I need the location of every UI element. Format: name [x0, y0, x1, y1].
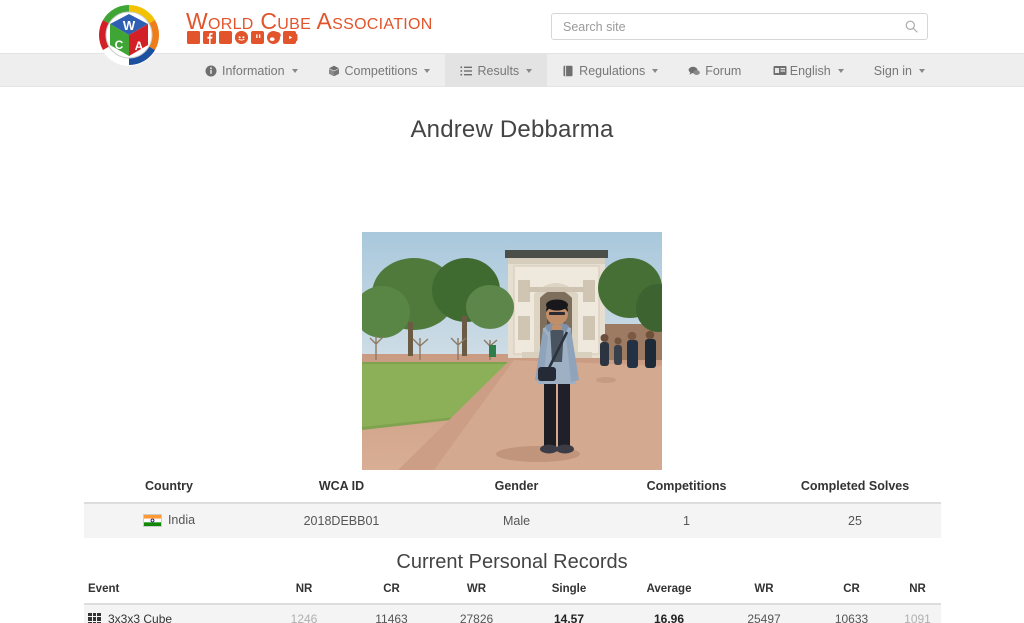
col-gender: Gender — [429, 475, 604, 504]
page-title: Andrew Debbarma — [410, 116, 614, 143]
cell-average: 16.96 — [619, 604, 719, 623]
nav-label: Information — [222, 64, 285, 78]
language-icon — [773, 65, 787, 77]
event-name: 3x3x3 Cube — [108, 612, 173, 623]
nav-item-competitions[interactable]: Competitions — [313, 54, 446, 88]
twitch-icon[interactable] — [251, 31, 264, 44]
col-single-nr: NR — [259, 583, 349, 605]
nav-item-language[interactable]: English — [758, 54, 859, 88]
nav-item-information[interactable]: Information — [190, 54, 313, 88]
chevron-down-icon — [526, 69, 533, 73]
cell-average-wr: 25497 — [719, 604, 809, 623]
cube-3x3-icon — [88, 612, 101, 623]
instagram-icon[interactable] — [187, 31, 200, 44]
col-average-cr: CR — [809, 583, 894, 605]
cell-event[interactable]: 3x3x3 Cube — [84, 604, 259, 623]
cell-average-nr: 1091 — [894, 604, 941, 623]
main-navigation: Information Competitions Results Regulat… — [0, 53, 1024, 88]
book-icon — [562, 65, 574, 77]
site-header: W C A World Cube Association — [0, 0, 1024, 66]
table-row: India 2018DEBB01 Male 1 25 — [84, 503, 941, 538]
table-row: 3x3x3 Cube 1246 11463 27826 14.57 16.96 … — [84, 604, 941, 623]
chevron-down-icon — [652, 69, 659, 73]
india-flag-icon — [142, 513, 162, 527]
search-icon[interactable] — [905, 20, 918, 33]
cell-single: 14.57 — [519, 604, 619, 623]
nav-primary: Information Competitions Results Regulat… — [190, 54, 756, 88]
svg-text:C: C — [115, 38, 124, 52]
cell-country: India — [84, 503, 254, 538]
cell-completed-solves: 25 — [769, 503, 941, 538]
list-ol-icon — [460, 65, 473, 77]
info-circle-icon — [205, 65, 217, 77]
cell-single-nr: 1246 — [259, 604, 349, 623]
table-header-row: Country WCA ID Gender Competitions Compl… — [84, 475, 941, 504]
nav-item-regulations[interactable]: Regulations — [547, 54, 673, 88]
nav-label: Forum — [705, 64, 742, 78]
social-links[interactable] — [187, 31, 298, 44]
col-single-cr: CR — [349, 583, 434, 605]
chevron-down-icon — [837, 69, 844, 73]
nav-label: English — [789, 64, 831, 78]
col-average-nr: NR — [894, 583, 941, 605]
nav-label: Competitions — [344, 64, 418, 78]
nav-label: Sign in — [873, 64, 912, 78]
weibo-icon[interactable] — [267, 31, 281, 44]
chevron-down-icon — [424, 69, 431, 73]
col-country: Country — [84, 475, 254, 504]
person-photo — [362, 232, 662, 470]
country-name: India — [167, 513, 196, 527]
cell-wca-id: 2018DEBB01 — [254, 503, 429, 538]
nav-item-sign-in[interactable]: Sign in — [859, 54, 940, 88]
cell-average-cr: 10633 — [809, 604, 894, 623]
records-title: Current Personal Records — [396, 551, 628, 573]
search-box[interactable] — [551, 13, 928, 40]
personal-records-table: Event NR CR WR Single Average WR CR NR 3… — [84, 583, 941, 623]
comments-icon — [688, 65, 700, 77]
nav-item-results[interactable]: Results — [445, 54, 548, 88]
svg-text:A: A — [135, 39, 144, 53]
col-wca-id: WCA ID — [254, 475, 429, 504]
page-content: Andrew Debbarma Country WCA ID Gender Co… — [0, 87, 1024, 623]
cell-gender: Male — [429, 503, 604, 538]
twitter-icon[interactable] — [219, 31, 233, 44]
cell-single-cr: 11463 — [349, 604, 434, 623]
col-completed-solves: Completed Solves — [769, 475, 941, 504]
cell-competitions[interactable]: 1 — [604, 503, 769, 538]
nav-label: Results — [477, 64, 520, 78]
chevron-down-icon — [291, 69, 298, 73]
table-header-row: Event NR CR WR Single Average WR CR NR — [84, 583, 941, 605]
cube-icon — [328, 65, 340, 77]
youtube-icon[interactable] — [283, 31, 298, 44]
nav-secondary: English Sign in — [758, 54, 940, 88]
col-average: Average — [619, 583, 719, 605]
nav-label: Regulations — [579, 64, 646, 78]
search-input[interactable] — [561, 14, 901, 39]
wca-logo[interactable]: W C A — [98, 4, 160, 66]
person-info-table: Country WCA ID Gender Competitions Compl… — [84, 475, 941, 538]
cell-single-wr: 27826 — [434, 604, 519, 623]
nav-item-forum[interactable]: Forum — [673, 54, 756, 88]
chevron-down-icon — [919, 69, 925, 73]
col-single: Single — [519, 583, 619, 605]
col-event: Event — [84, 583, 259, 605]
col-competitions: Competitions — [604, 475, 769, 504]
facebook-icon[interactable] — [203, 31, 216, 44]
col-average-wr: WR — [719, 583, 809, 605]
reddit-icon[interactable] — [235, 31, 248, 44]
col-single-wr: WR — [434, 583, 519, 605]
svg-text:W: W — [123, 18, 136, 33]
